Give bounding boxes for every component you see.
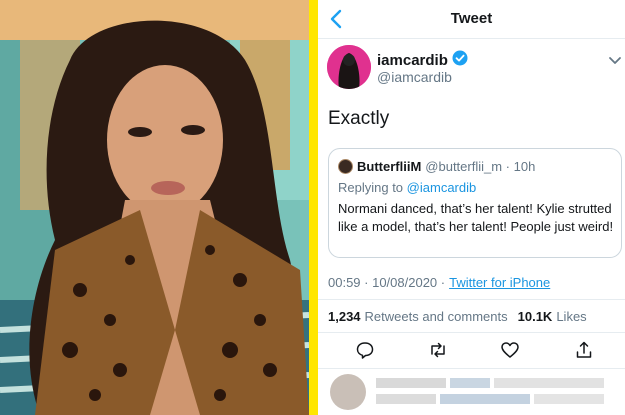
- retweet-icon[interactable]: [428, 340, 448, 360]
- replying-prefix: Replying to: [338, 180, 404, 195]
- divider-line: [318, 368, 625, 369]
- likes-label: Likes: [556, 309, 587, 324]
- share-icon[interactable]: [574, 340, 594, 360]
- divider-line: [318, 299, 625, 300]
- replying-mention-link[interactable]: @iamcardib: [407, 180, 477, 195]
- tweet-meta: 00:59 · 10/08/2020 · Twitter for iPhone: [328, 275, 550, 290]
- tweet-timestamp[interactable]: 00:59 · 10/08/2020 ·: [328, 275, 445, 290]
- tweet-stats[interactable]: 1,234 Retweets and comments 10.1K Likes: [328, 309, 587, 324]
- quoted-handle-time: @butterflii_m · 10h: [425, 159, 536, 174]
- quoted-tweet[interactable]: ButterfliiM @butterflii_m · 10h Replying…: [328, 148, 622, 258]
- tweet-text: Exactly: [328, 108, 390, 129]
- quoted-header: ButterfliiM @butterflii_m · 10h: [338, 159, 535, 174]
- retweets-count: 1,234: [328, 309, 361, 324]
- quoted-replying-to: Replying to @iamcardib: [338, 180, 476, 195]
- author-display-name[interactable]: iamcardib: [377, 52, 448, 69]
- avatar[interactable]: [327, 45, 371, 89]
- photo-illustration: [0, 0, 309, 415]
- action-bar: [318, 340, 625, 362]
- author-name-row: iamcardib: [377, 50, 468, 71]
- promo-photo: [0, 0, 309, 415]
- pixelated-content: [330, 374, 604, 410]
- page-title: Tweet: [450, 10, 493, 27]
- more-caret-icon[interactable]: [608, 54, 622, 66]
- quoted-display-name: ButterfliiM: [357, 159, 422, 174]
- divider-line: [318, 332, 625, 333]
- tweet-source-link[interactable]: Twitter for iPhone: [449, 275, 550, 290]
- reply-icon[interactable]: [355, 340, 375, 360]
- tweet-panel: Tweet iamcardib @iamcardib Exactly Butte…: [318, 0, 625, 415]
- blurred-reply: [328, 372, 625, 415]
- author-handle[interactable]: @iamcardib: [377, 69, 452, 85]
- verified-badge-icon: [452, 50, 468, 71]
- like-icon[interactable]: [500, 340, 520, 360]
- avatar-image: [327, 45, 371, 89]
- quoted-text: Normani danced, that’s her talent! Kylie…: [338, 201, 614, 234]
- yellow-divider: [309, 0, 318, 415]
- retweets-label: Retweets and comments: [364, 309, 508, 324]
- top-bar: Tweet: [318, 0, 625, 39]
- likes-count: 10.1K: [517, 309, 553, 324]
- quoted-avatar: [338, 159, 353, 174]
